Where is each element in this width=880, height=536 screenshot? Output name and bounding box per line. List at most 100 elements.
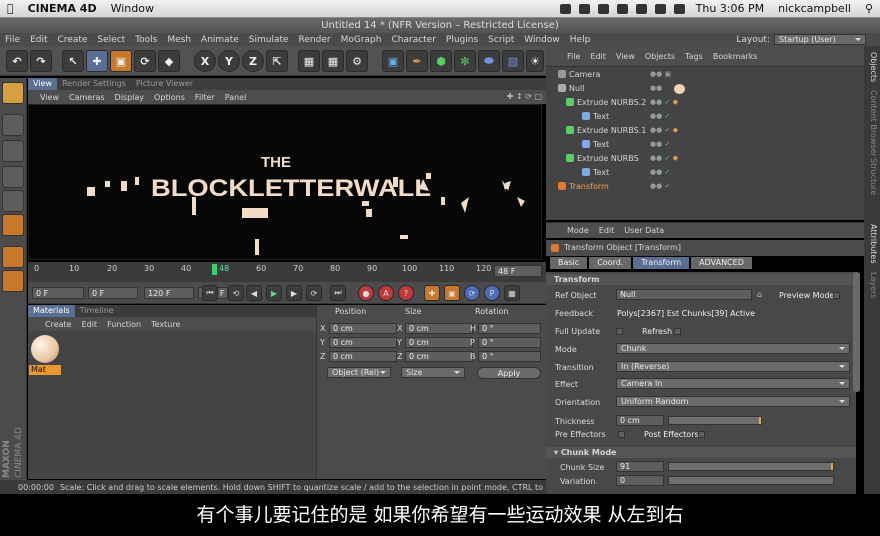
keyframe-help-icon[interactable]: ? [398, 285, 414, 301]
object-row[interactable]: Text ●● ✓ [546, 166, 864, 179]
visibility-dots[interactable]: ●● ✓ [650, 110, 670, 123]
menu-edit[interactable]: Edit [25, 35, 52, 45]
variation-slider[interactable] [668, 476, 834, 485]
play-icon[interactable]: ▶ [266, 285, 282, 301]
visibility-dots[interactable]: ●● ✓ ◆ [650, 152, 678, 165]
menu-character[interactable]: Character [386, 35, 440, 45]
menu-tools[interactable]: Tools [130, 35, 162, 45]
tab-render-settings[interactable]: Render Settings [57, 78, 131, 90]
tab-basic[interactable]: Basic [550, 257, 588, 269]
material-label[interactable]: Mat [29, 365, 61, 375]
side-tab-attributes[interactable]: Attributes [869, 224, 878, 264]
menu-select[interactable]: Select [92, 35, 130, 45]
viewport-nav-icons[interactable]: ✚ ↕ ⟳ □ [507, 92, 542, 101]
slider-handle[interactable] [759, 417, 761, 424]
obj-menu-file[interactable]: File [562, 52, 585, 61]
obj-menu-tags[interactable]: Tags [680, 52, 708, 61]
side-tab-structure[interactable]: Structure [869, 158, 878, 195]
object-row[interactable]: Extrude NURBS ●● ✓ ◆ [546, 152, 864, 165]
material-tag-icon[interactable] [674, 84, 685, 94]
menu-file[interactable]: File [0, 35, 25, 45]
mat-menu-texture[interactable]: Texture [146, 320, 185, 329]
app-name-menu[interactable]: CINEMA 4D [21, 2, 104, 15]
layout-select[interactable]: Startup (User) [774, 34, 866, 45]
timeline-ruler[interactable]: 0 10 20 30 40 48 60 70 80 90 100 110 120… [28, 262, 546, 282]
apple-icon[interactable]:  [0, 2, 21, 15]
chunk-size-slider[interactable] [668, 462, 834, 471]
effect-select[interactable]: Camera In [616, 378, 850, 389]
tab-timeline[interactable]: Timeline [75, 305, 119, 317]
render-picture-viewer-icon[interactable]: ▦ [322, 50, 344, 72]
transition-select[interactable]: In (Reverse) [616, 361, 850, 372]
apply-button[interactable]: Apply [477, 367, 541, 379]
vp-menu-display[interactable]: Display [110, 93, 150, 102]
undo-icon[interactable]: ↶ [6, 50, 28, 72]
end-frame-field[interactable]: 120 F [144, 287, 194, 299]
refresh-checkbox[interactable] [674, 328, 681, 335]
menu-mograph[interactable]: MoGraph [336, 35, 387, 45]
tab-coord[interactable]: Coord. [589, 257, 632, 269]
tab-view[interactable]: View [28, 78, 57, 90]
coordinate-system-icon[interactable]: ⇱ [266, 50, 288, 72]
object-row[interactable]: Camera ●● ▣ [546, 68, 864, 81]
vp-menu-view[interactable]: View [28, 93, 64, 102]
go-to-end-icon[interactable]: ⏭ [330, 285, 346, 301]
side-tab-objects[interactable]: Objects [869, 52, 878, 82]
magnet-icon[interactable] [2, 270, 24, 292]
model-mode-icon[interactable] [2, 114, 24, 136]
tab-materials[interactable]: Materials [28, 305, 75, 317]
move-icon[interactable]: ✚ [86, 50, 108, 72]
rotate-icon[interactable]: ⟳ [134, 50, 156, 72]
tab-transform[interactable]: Transform [633, 257, 690, 269]
pos-z-field[interactable]: 0 cm [329, 351, 397, 362]
mat-menu-edit[interactable]: Edit [77, 320, 103, 329]
make-editable-icon[interactable] [2, 82, 24, 104]
size-mode-select[interactable]: Size [401, 367, 465, 378]
key-scale-icon[interactable]: ▣ [444, 285, 460, 301]
mat-menu-function[interactable]: Function [102, 320, 146, 329]
render-settings-icon[interactable]: ⚙ [346, 50, 368, 72]
floor-icon[interactable]: ▧ [502, 50, 524, 72]
thickness-field[interactable]: 0 cm [616, 415, 664, 426]
material-preview[interactable] [31, 335, 59, 363]
live-select-icon[interactable]: ↖ [62, 50, 84, 72]
nurbs-icon[interactable]: ⬢ [430, 50, 452, 72]
deformer-icon[interactable]: ⬬ [478, 50, 500, 72]
bluetooth-icon[interactable] [597, 3, 609, 14]
visibility-dots[interactable]: ●● ✓ [650, 166, 670, 179]
y-axis-icon[interactable]: Y [218, 50, 240, 72]
mode-select[interactable]: Chunk [616, 343, 850, 354]
size-y-field[interactable]: 0 cm [405, 337, 473, 348]
attr-menu-mode[interactable]: Mode [562, 226, 594, 235]
min-frame-field[interactable]: 0 F [88, 287, 138, 299]
ref-object-field[interactable]: Null [616, 289, 752, 300]
visibility-dots[interactable]: ●● [650, 82, 662, 95]
obj-menu-bookmarks[interactable]: Bookmarks [708, 52, 763, 61]
attributes-scrollbar[interactable] [853, 272, 860, 392]
playhead[interactable] [212, 264, 217, 275]
rot-b-field[interactable]: 0 ° [478, 351, 541, 362]
cube-icon[interactable]: ▣ [382, 50, 404, 72]
visibility-dots[interactable]: ●● ✓ [650, 180, 670, 193]
z-axis-icon[interactable]: Z [242, 50, 264, 72]
vp-menu-options[interactable]: Options [149, 93, 190, 102]
axis-mode-icon[interactable] [2, 246, 24, 268]
size-z-field[interactable]: 0 cm [405, 351, 473, 362]
x-axis-icon[interactable]: X [194, 50, 216, 72]
side-tab-content-browser[interactable]: Content Browser [869, 90, 878, 157]
menu-window[interactable]: Window [519, 35, 565, 45]
key-pla-icon[interactable]: ▦ [504, 285, 520, 301]
go-to-start-icon[interactable]: ⏮ [202, 285, 218, 301]
variation-field[interactable]: 0 [616, 475, 664, 486]
go-to-prev-key-icon[interactable]: ⟲ [228, 285, 244, 301]
polygons-mode-icon[interactable] [2, 214, 24, 236]
slider-handle[interactable] [831, 463, 833, 470]
start-frame-field[interactable]: 0 F [32, 287, 84, 299]
object-row[interactable]: Text ●● ✓ [546, 138, 864, 151]
link-icon[interactable]: ⌂ [757, 290, 762, 299]
next-frame-icon[interactable]: ▶ [286, 285, 302, 301]
array-icon[interactable]: ✼ [454, 50, 476, 72]
full-update-checkbox[interactable] [616, 328, 623, 335]
menu-plugins[interactable]: Plugins [441, 35, 483, 45]
visibility-dots[interactable]: ●● ✓ ◆ [650, 96, 678, 109]
